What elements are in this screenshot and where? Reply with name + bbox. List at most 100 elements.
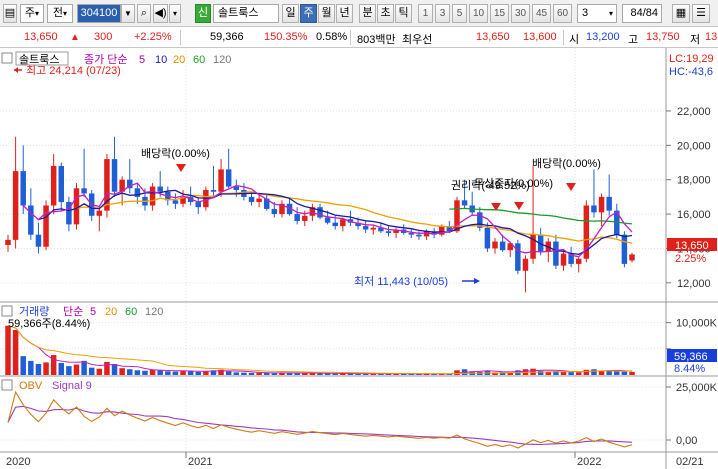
- chart-options-icon[interactable]: ☰: [692, 4, 710, 23]
- candle-body: [370, 227, 377, 230]
- minute-10-label: 10: [472, 8, 485, 19]
- quote-bar: 13,650 ▲ 300 +2.25% 59,366 150.35% 0.58%…: [0, 27, 718, 48]
- candle-body: [81, 188, 87, 194]
- volume-bar: [332, 373, 338, 375]
- ma10-label: 10: [155, 54, 167, 66]
- volume-bar: [73, 364, 80, 375]
- type-select[interactable]: 전▾: [47, 4, 73, 23]
- minute-10-button[interactable]: 10: [469, 4, 488, 23]
- candle-body: [96, 210, 103, 216]
- minute-30-label: 30: [514, 8, 527, 19]
- volume-bar: [271, 373, 278, 375]
- minute-60-button[interactable]: 60: [553, 4, 572, 23]
- volume-ma120-label: 120: [145, 306, 163, 318]
- candle-body: [324, 217, 331, 223]
- candle-body: [629, 254, 635, 261]
- stock-name-field[interactable]: 솔트룩스: [213, 4, 279, 23]
- volume-bar: [560, 371, 567, 375]
- minute-1-label: 1: [422, 8, 429, 19]
- candle-body: [225, 169, 232, 187]
- candle-body: [271, 208, 278, 215]
- ma120-label: 120: [213, 54, 231, 66]
- ma5-label: 5: [139, 54, 145, 66]
- turnover-rate: 0.58%: [316, 31, 348, 43]
- volume-bar: [629, 371, 635, 375]
- candle-body: [58, 165, 65, 203]
- market-select[interactable]: 주▾: [20, 4, 44, 23]
- candle-body: [218, 169, 224, 192]
- period-month-tab[interactable]: 월: [318, 4, 335, 23]
- code-dropdown-button[interactable]: ▼: [121, 4, 135, 23]
- volume-bar: [43, 362, 49, 375]
- best-bid-price: 13,600: [523, 31, 557, 43]
- x-label-2020: 2020: [6, 456, 30, 468]
- candle-body: [111, 159, 118, 192]
- volume-bar: [157, 370, 163, 375]
- candle-body: [598, 196, 605, 213]
- volume-bar: [28, 360, 34, 375]
- minute-60-label: 60: [556, 8, 569, 19]
- candle-body: [302, 215, 308, 221]
- volume-bar: [165, 371, 171, 375]
- speaker-icon[interactable]: ◀): [153, 4, 168, 23]
- period-week-tab[interactable]: 주: [300, 4, 317, 23]
- minute-15-button[interactable]: 15: [490, 4, 509, 23]
- candle-body: [134, 188, 141, 197]
- volume-ratio: 150.35%: [264, 31, 308, 43]
- volume-bar: [88, 367, 95, 375]
- volume-bar: [104, 361, 110, 375]
- candle-body: [12, 171, 19, 240]
- volume-bar: [324, 373, 331, 375]
- volume-bar: [537, 370, 544, 375]
- speaker-dropdown-button[interactable]: ▾: [169, 4, 181, 23]
- obv-panel-title: OBV: [19, 380, 43, 392]
- lc-label: LC:19,29: [669, 53, 714, 65]
- volume-bar: [12, 329, 19, 375]
- period-minute-tab[interactable]: 분: [359, 4, 376, 23]
- x-label-current-date: 02/21: [676, 456, 704, 468]
- stock-code-value: 304100: [80, 7, 118, 19]
- candle-body: [256, 198, 262, 203]
- period-year-tab[interactable]: 년: [336, 4, 353, 23]
- candle-body: [416, 234, 422, 237]
- volume-ma5-label: 5: [90, 306, 96, 318]
- up-triangle-icon: ▲: [70, 32, 80, 43]
- volume-ma20-label: 20: [105, 306, 117, 318]
- volume-bar: [111, 364, 118, 375]
- price-change: 300: [94, 31, 113, 43]
- minute-5-button[interactable]: 5: [452, 4, 467, 23]
- trade-amount: 803백만: [357, 34, 396, 46]
- minute-30-button[interactable]: 30: [511, 4, 530, 23]
- minute-5-label: 5: [456, 8, 463, 19]
- hc-label: HC:-43,6: [669, 66, 713, 78]
- obv-tick-label: 0,00: [676, 435, 697, 447]
- grid-settings-icon[interactable]: ▦: [672, 4, 690, 23]
- candle-body: [210, 190, 217, 192]
- minute-3-button[interactable]: 3: [435, 4, 450, 23]
- minute-45-button[interactable]: 45: [532, 4, 551, 23]
- x-label-2021: 2021: [188, 456, 212, 468]
- stock-code-input[interactable]: 304100: [77, 4, 121, 23]
- count-select-value: 3: [582, 7, 589, 19]
- candle-body: [43, 205, 49, 247]
- period-second-tab[interactable]: 초: [377, 4, 394, 23]
- chart-toolbar: ▤ 주▾ 전▾ 304100 ▼ ⌕ ◀) ▾ 신 솔트룩스 일 주 월 년 분…: [0, 0, 718, 27]
- best-ask-label: 최우선: [402, 34, 433, 46]
- volume-bar: [614, 371, 620, 375]
- volume-bar: [241, 372, 247, 375]
- minute-1-button[interactable]: 1: [418, 4, 433, 23]
- period-second-label: 초: [380, 7, 391, 19]
- best-ask-price: 13,650: [476, 31, 510, 43]
- chart-area[interactable]: 12,00014,00016,00018,00020,00022,00010,0…: [0, 48, 718, 469]
- volume-current-tag-text: 59,366: [674, 351, 708, 363]
- chart-menu-icon[interactable]: ▤: [3, 4, 17, 23]
- candle-body: [362, 226, 369, 230]
- price-tick-label: 18,000: [677, 175, 711, 187]
- stock-name-value: 솔트룩스: [218, 7, 259, 19]
- search-icon[interactable]: ⌕: [137, 4, 151, 23]
- count-select[interactable]: 3 ▾: [577, 4, 617, 23]
- volume-ma-label: 단순: [63, 305, 83, 318]
- candle-body: [575, 258, 582, 264]
- period-day-tab[interactable]: 일: [282, 4, 299, 23]
- period-tick-tab[interactable]: 틱: [395, 4, 412, 23]
